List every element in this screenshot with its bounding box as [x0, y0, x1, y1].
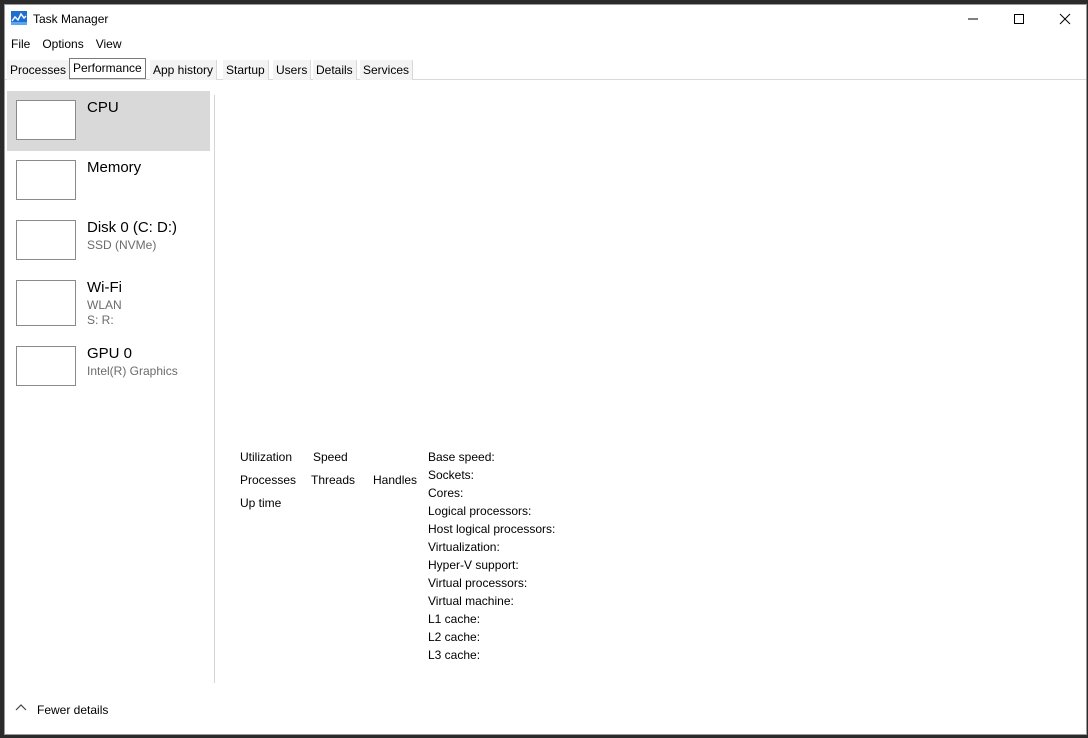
- tab-details[interactable]: Details: [313, 60, 357, 80]
- sidebar-divider: [214, 95, 215, 683]
- spec-virtualization: Virtualization:: [428, 540, 500, 554]
- spec-virtual-processors: Virtual processors:: [428, 576, 528, 590]
- perf-item-name: Disk 0 (C: D:): [87, 219, 177, 236]
- perf-item-cpu[interactable]: CPU: [7, 91, 210, 151]
- tab-services[interactable]: Services: [360, 60, 414, 80]
- spec-cores: Cores:: [428, 486, 464, 500]
- task-manager-app-icon: [11, 11, 27, 25]
- spec-host-logical-processors: Host logical processors:: [428, 522, 556, 536]
- stat-uptime-label: Up time: [240, 496, 282, 510]
- window-title: Task Manager: [33, 12, 109, 26]
- perf-item-wifi[interactable]: Wi-Fi WLAN S: R:: [7, 271, 210, 337]
- fewer-details-button[interactable]: Fewer details: [5, 699, 305, 721]
- tab-performance[interactable]: Performance: [69, 58, 146, 79]
- perf-item-name: CPU: [87, 99, 119, 116]
- spec-sockets: Sockets:: [428, 468, 475, 482]
- memory-graph-thumbnail: [16, 160, 76, 200]
- menu-view[interactable]: View: [90, 34, 128, 54]
- perf-item-subtitle: Intel(R) Graphics: [87, 364, 178, 378]
- stat-speed-label: Speed: [313, 450, 348, 464]
- perf-item-memory[interactable]: Memory: [7, 151, 210, 211]
- close-icon: [1059, 13, 1071, 25]
- fewer-details-label: Fewer details: [37, 703, 109, 717]
- stat-handles-label: Handles: [373, 473, 418, 487]
- menu-file[interactable]: File: [5, 34, 36, 54]
- perf-item-name: GPU 0: [87, 345, 133, 362]
- spec-l1-cache: L1 cache:: [428, 612, 481, 626]
- spec-l3-cache: L3 cache:: [428, 648, 481, 662]
- chevron-up-icon: [15, 704, 27, 711]
- minimize-button[interactable]: [950, 5, 996, 33]
- maximize-icon: [1014, 14, 1024, 24]
- spec-l2-cache: L2 cache:: [428, 630, 481, 644]
- tab-startup[interactable]: Startup: [223, 60, 269, 80]
- tab-app-history[interactable]: App history: [150, 60, 218, 80]
- perf-item-name: Memory: [87, 159, 142, 176]
- tab-processes[interactable]: Processes: [7, 60, 71, 80]
- task-manager-window: Task Manager File Options View Processes…: [4, 4, 1087, 735]
- perf-item-throughput: S: R:: [87, 313, 114, 327]
- menu-options[interactable]: Options: [36, 34, 89, 54]
- menu-bar: File Options View: [5, 34, 1086, 54]
- disk-graph-thumbnail: [16, 220, 76, 260]
- tab-users[interactable]: Users: [273, 60, 312, 80]
- perf-item-gpu[interactable]: GPU 0 Intel(R) Graphics: [7, 337, 210, 397]
- spec-hyperv-support: Hyper-V support:: [428, 558, 519, 572]
- spec-virtual-machine: Virtual machine:: [428, 594, 514, 608]
- stat-utilization-label: Utilization: [240, 450, 293, 464]
- perf-item-subtitle: SSD (NVMe): [87, 238, 157, 252]
- cpu-graph-thumbnail: [16, 100, 76, 140]
- maximize-button[interactable]: [996, 5, 1042, 33]
- stat-threads-label: Threads: [311, 473, 356, 487]
- title-bar[interactable]: Task Manager: [5, 5, 1086, 33]
- spec-logical-processors: Logical processors:: [428, 504, 532, 518]
- spec-base-speed: Base speed:: [428, 450, 495, 464]
- performance-sidebar: CPU Memory Disk 0 (C: D:) SSD (NVMe) Wi-…: [5, 91, 215, 681]
- gpu-graph-thumbnail: [16, 346, 76, 386]
- perf-item-disk[interactable]: Disk 0 (C: D:) SSD (NVMe): [7, 211, 210, 271]
- perf-item-name: Wi-Fi: [87, 279, 122, 296]
- stat-processes-label: Processes: [240, 473, 297, 487]
- perf-item-subtitle: WLAN: [87, 298, 122, 312]
- close-button[interactable]: [1042, 5, 1086, 33]
- wifi-graph-thumbnail: [16, 280, 76, 326]
- tab-strip: Processes Performance App history Startu…: [5, 58, 1086, 80]
- minimize-icon: [968, 18, 978, 20]
